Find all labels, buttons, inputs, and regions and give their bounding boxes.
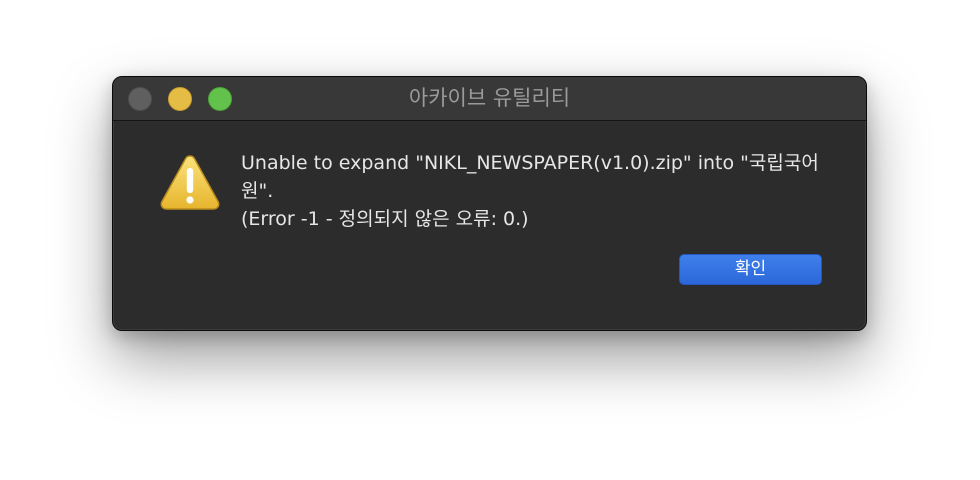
title-bar: 아카이브 유틸리티 (113, 77, 866, 121)
window-title: 아카이브 유틸리티 (408, 86, 571, 110)
alert-dialog: 아카이브 유틸리티 Unable to expand "NIKL_NEWSPAP… (112, 76, 867, 331)
warning-triangle-icon (160, 155, 220, 210)
ok-button[interactable]: 확인 (679, 254, 822, 285)
alert-detail: (Error -1 - 정의되지 않은 오류: 0.) (241, 208, 529, 230)
alert-message-block: Unable to expand "NIKL_NEWSPAPER(v1.0).z… (241, 149, 841, 233)
alert-message: Unable to expand "NIKL_NEWSPAPER(v1.0).z… (241, 152, 819, 202)
